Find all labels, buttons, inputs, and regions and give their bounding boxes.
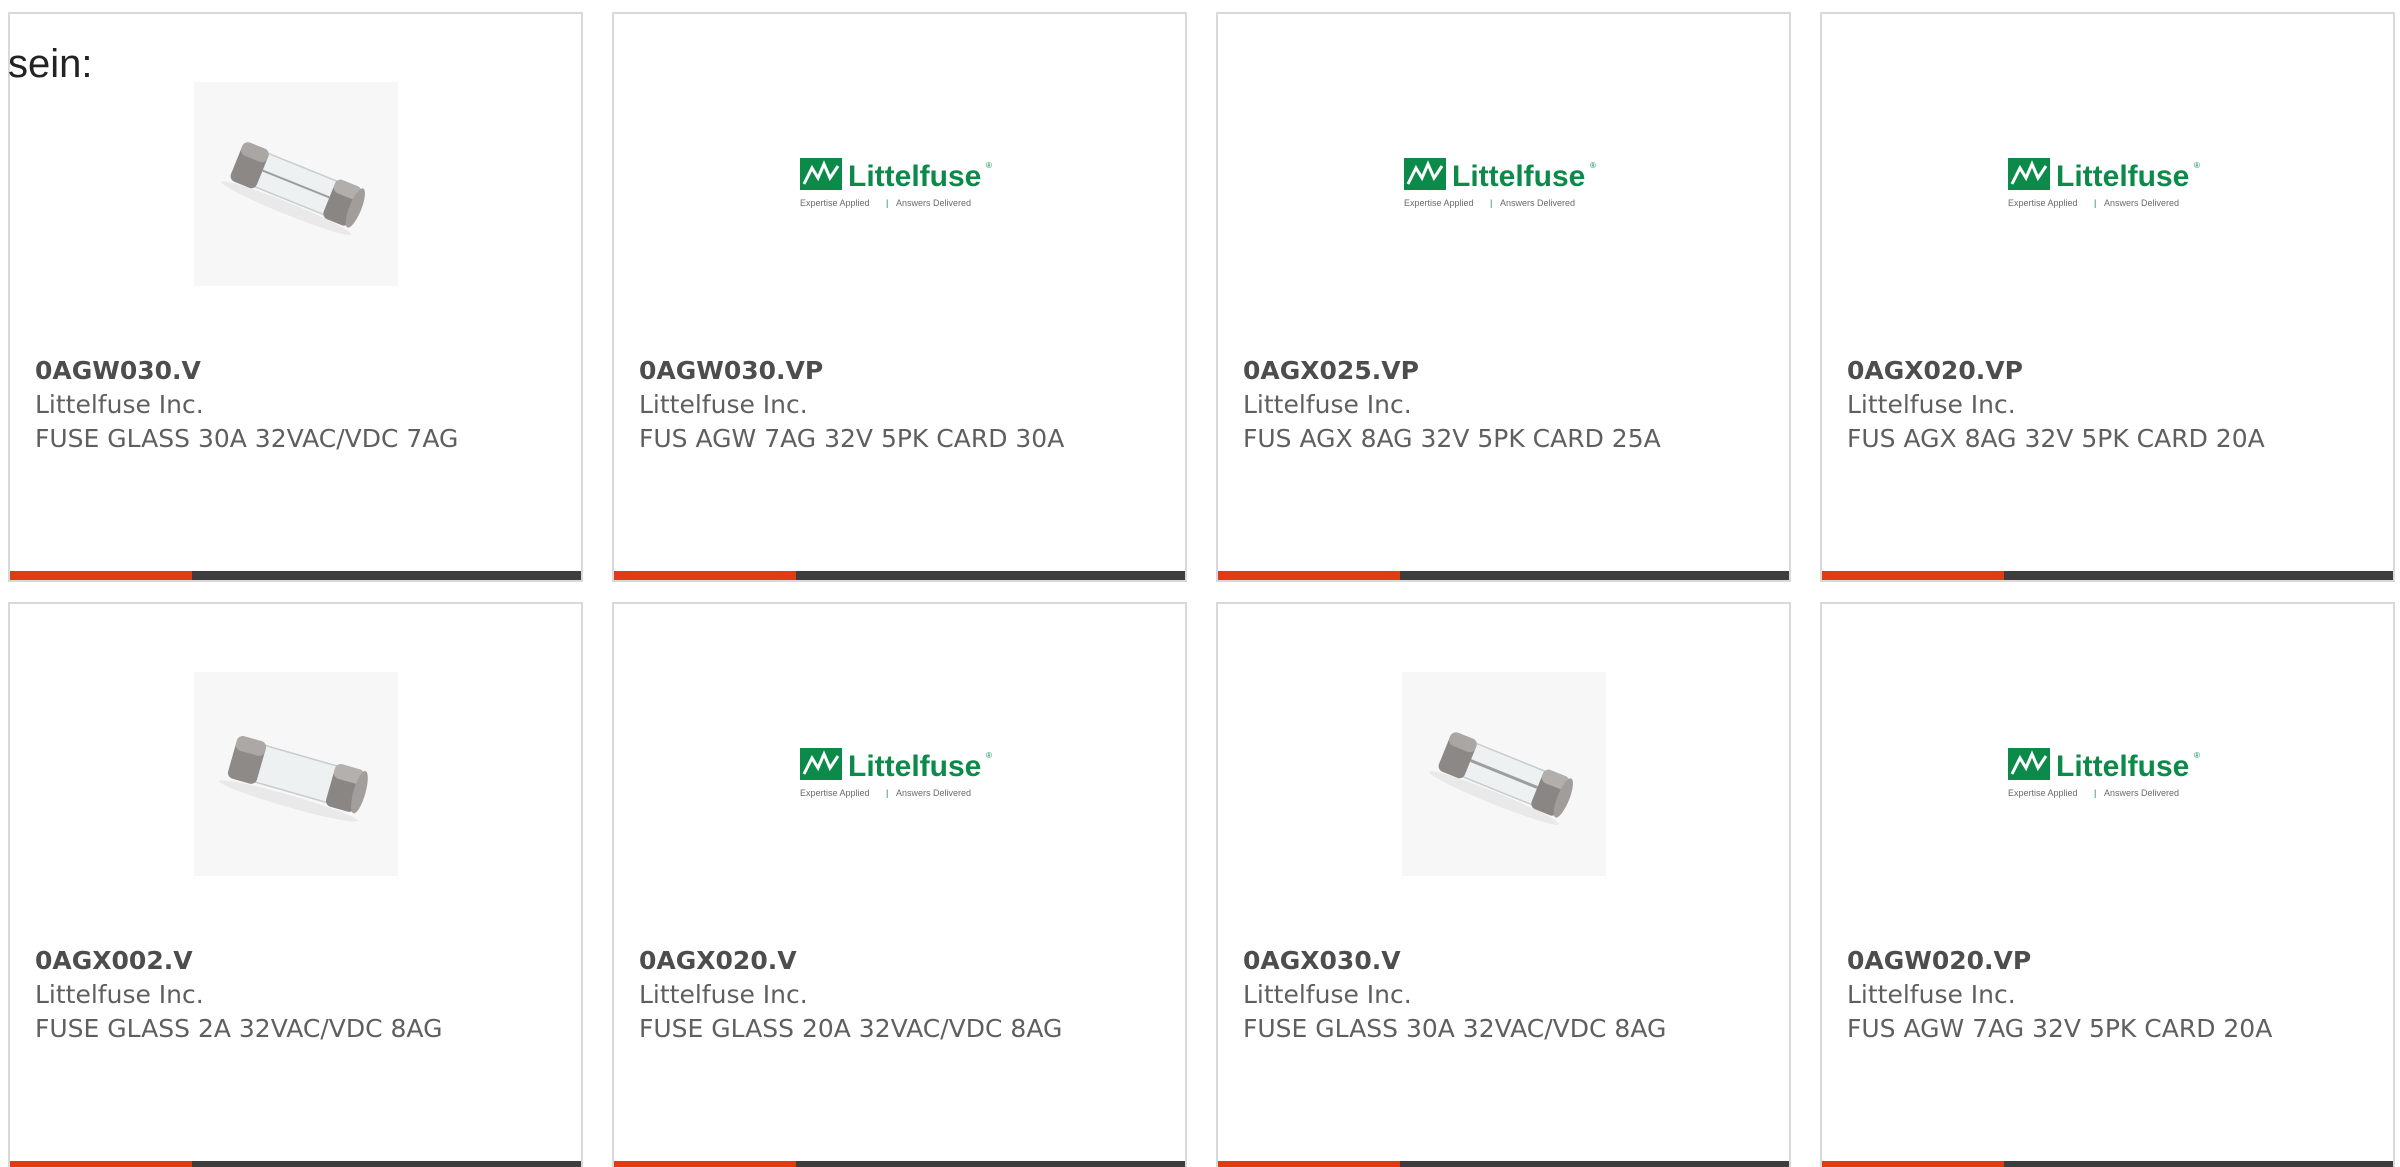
manufacturer: Littelfuse Inc. — [35, 980, 204, 1009]
product-image[interactable] — [1218, 672, 1789, 876]
product-info: 0AGX030.V Littelfuse Inc. FUSE GLASS 30A… — [1243, 944, 1683, 1046]
product-image[interactable]: Littelfuse ® Expertise Applied | Answers… — [1822, 82, 2393, 286]
product-card[interactable]: Littelfuse ® Expertise Applied | Answers… — [612, 12, 1187, 582]
svg-text:®: ® — [2194, 161, 2200, 170]
part-number[interactable]: 0AGX030.V — [1243, 944, 1683, 978]
description: FUSE GLASS 20A 32VAC/VDC 8AG — [639, 1014, 1063, 1043]
intro-text: sein: — [8, 42, 93, 86]
description: FUSE GLASS 30A 32VAC/VDC 7AG — [35, 424, 459, 453]
description: FUSE GLASS 30A 32VAC/VDC 8AG — [1243, 1014, 1667, 1043]
svg-text:Expertise Applied: Expertise Applied — [800, 198, 870, 208]
product-info: 0AGW020.VP Littelfuse Inc. FUS AGW 7AG 3… — [1847, 944, 2287, 1046]
svg-text:Expertise Applied: Expertise Applied — [2008, 198, 2078, 208]
svg-text:Answers Delivered: Answers Delivered — [1500, 198, 1575, 208]
part-number[interactable]: 0AGX020.V — [639, 944, 1079, 978]
product-card[interactable]: 0AGX002.V Littelfuse Inc. FUSE GLASS 2A … — [8, 602, 583, 1167]
description: FUS AGX 8AG 32V 5PK CARD 20A — [1847, 424, 2265, 453]
svg-text:®: ® — [1590, 161, 1596, 170]
manufacturer: Littelfuse Inc. — [639, 980, 808, 1009]
product-card[interactable]: 0AGX030.V Littelfuse Inc. FUSE GLASS 30A… — [1216, 602, 1791, 1167]
description: FUS AGX 8AG 32V 5PK CARD 25A — [1243, 424, 1661, 453]
littelfuse-logo-icon: Littelfuse ® Expertise Applied | Answers… — [2007, 748, 2200, 798]
svg-text:Littelfuse: Littelfuse — [2056, 750, 2189, 783]
card-footer-accent — [1218, 1161, 1400, 1167]
card-footer-bar — [614, 1161, 1185, 1167]
littelfuse-logo-icon: Littelfuse ® Expertise Applied | Answers… — [2007, 158, 2200, 208]
product-image[interactable]: Littelfuse ® Expertise Applied | Answers… — [614, 672, 1185, 876]
svg-text:|: | — [886, 788, 888, 798]
product-info: 0AGW030.V Littelfuse Inc. FUSE GLASS 30A… — [35, 354, 475, 456]
product-card[interactable]: Littelfuse ® Expertise Applied | Answers… — [1820, 12, 2395, 582]
svg-text:Littelfuse: Littelfuse — [1452, 160, 1585, 193]
svg-text:Littelfuse: Littelfuse — [848, 160, 981, 193]
part-number[interactable]: 0AGW030.V — [35, 354, 475, 388]
part-number[interactable]: 0AGX025.VP — [1243, 354, 1683, 388]
glass-fuse-icon — [193, 82, 398, 286]
svg-text:|: | — [886, 198, 888, 208]
svg-text:Answers Delivered: Answers Delivered — [896, 788, 971, 798]
littelfuse-logo-icon: Littelfuse ® Expertise Applied | Answers… — [799, 158, 992, 208]
product-image[interactable] — [10, 82, 581, 286]
card-footer-bar — [1822, 571, 2393, 580]
card-footer-bar — [1218, 571, 1789, 580]
product-info: 0AGX025.VP Littelfuse Inc. FUS AGX 8AG 3… — [1243, 354, 1683, 456]
description: FUS AGW 7AG 32V 5PK CARD 30A — [639, 424, 1065, 453]
product-card[interactable]: 0AGW030.V Littelfuse Inc. FUSE GLASS 30A… — [8, 12, 583, 582]
manufacturer: Littelfuse Inc. — [1243, 980, 1412, 1009]
description: FUSE GLASS 2A 32VAC/VDC 8AG — [35, 1014, 443, 1043]
manufacturer: Littelfuse Inc. — [1847, 390, 2016, 419]
svg-text:|: | — [2094, 198, 2096, 208]
manufacturer: Littelfuse Inc. — [1243, 390, 1412, 419]
part-number[interactable]: 0AGX002.V — [35, 944, 475, 978]
part-number[interactable]: 0AGX020.VP — [1847, 354, 2287, 388]
product-info: 0AGX020.V Littelfuse Inc. FUSE GLASS 20A… — [639, 944, 1079, 1046]
card-footer-accent — [1218, 571, 1400, 580]
svg-text:Expertise Applied: Expertise Applied — [800, 788, 870, 798]
manufacturer: Littelfuse Inc. — [35, 390, 204, 419]
svg-text:Littelfuse: Littelfuse — [848, 750, 981, 783]
littelfuse-logo-icon: Littelfuse ® Expertise Applied | Answers… — [1403, 158, 1596, 208]
card-footer-accent — [614, 571, 796, 580]
svg-text:Answers Delivered: Answers Delivered — [2104, 198, 2179, 208]
part-number[interactable]: 0AGW020.VP — [1847, 944, 2287, 978]
glass-fuse-icon — [193, 672, 398, 876]
product-info: 0AGX002.V Littelfuse Inc. FUSE GLASS 2A … — [35, 944, 475, 1046]
card-footer-accent — [1822, 1161, 2004, 1167]
svg-text:Littelfuse: Littelfuse — [2056, 160, 2189, 193]
product-image[interactable]: Littelfuse ® Expertise Applied | Answers… — [1822, 672, 2393, 876]
product-card[interactable]: Littelfuse ® Expertise Applied | Answers… — [612, 602, 1187, 1167]
card-footer-bar — [1218, 1161, 1789, 1167]
glass-fuse-icon — [1401, 672, 1606, 876]
svg-text:|: | — [1490, 198, 1492, 208]
product-info: 0AGW030.VP Littelfuse Inc. FUS AGW 7AG 3… — [639, 354, 1079, 456]
card-footer-accent — [614, 1161, 796, 1167]
part-number[interactable]: 0AGW030.VP — [639, 354, 1079, 388]
svg-text:®: ® — [986, 751, 992, 760]
product-image[interactable]: Littelfuse ® Expertise Applied | Answers… — [614, 82, 1185, 286]
card-footer-bar — [1822, 1161, 2393, 1167]
svg-text:®: ® — [986, 161, 992, 170]
svg-text:|: | — [2094, 788, 2096, 798]
manufacturer: Littelfuse Inc. — [639, 390, 808, 419]
card-footer-bar — [614, 571, 1185, 580]
card-footer-accent — [1822, 571, 2004, 580]
card-footer-accent — [10, 1161, 192, 1167]
svg-text:®: ® — [2194, 751, 2200, 760]
svg-text:Answers Delivered: Answers Delivered — [2104, 788, 2179, 798]
littelfuse-logo-icon: Littelfuse ® Expertise Applied | Answers… — [799, 748, 992, 798]
svg-text:Expertise Applied: Expertise Applied — [2008, 788, 2078, 798]
svg-text:Expertise Applied: Expertise Applied — [1404, 198, 1474, 208]
card-footer-bar — [10, 571, 581, 580]
product-image[interactable] — [10, 672, 581, 876]
card-footer-bar — [10, 1161, 581, 1167]
product-grid-page: sein: 0AGW030.V Littelfuse Inc. FUSE GLA… — [0, 0, 2400, 1167]
product-card[interactable]: Littelfuse ® Expertise Applied | Answers… — [1216, 12, 1791, 582]
product-info: 0AGX020.VP Littelfuse Inc. FUS AGX 8AG 3… — [1847, 354, 2287, 456]
manufacturer: Littelfuse Inc. — [1847, 980, 2016, 1009]
product-card[interactable]: Littelfuse ® Expertise Applied | Answers… — [1820, 602, 2395, 1167]
card-footer-accent — [10, 571, 192, 580]
product-image[interactable]: Littelfuse ® Expertise Applied | Answers… — [1218, 82, 1789, 286]
svg-text:Answers Delivered: Answers Delivered — [896, 198, 971, 208]
description: FUS AGW 7AG 32V 5PK CARD 20A — [1847, 1014, 2273, 1043]
